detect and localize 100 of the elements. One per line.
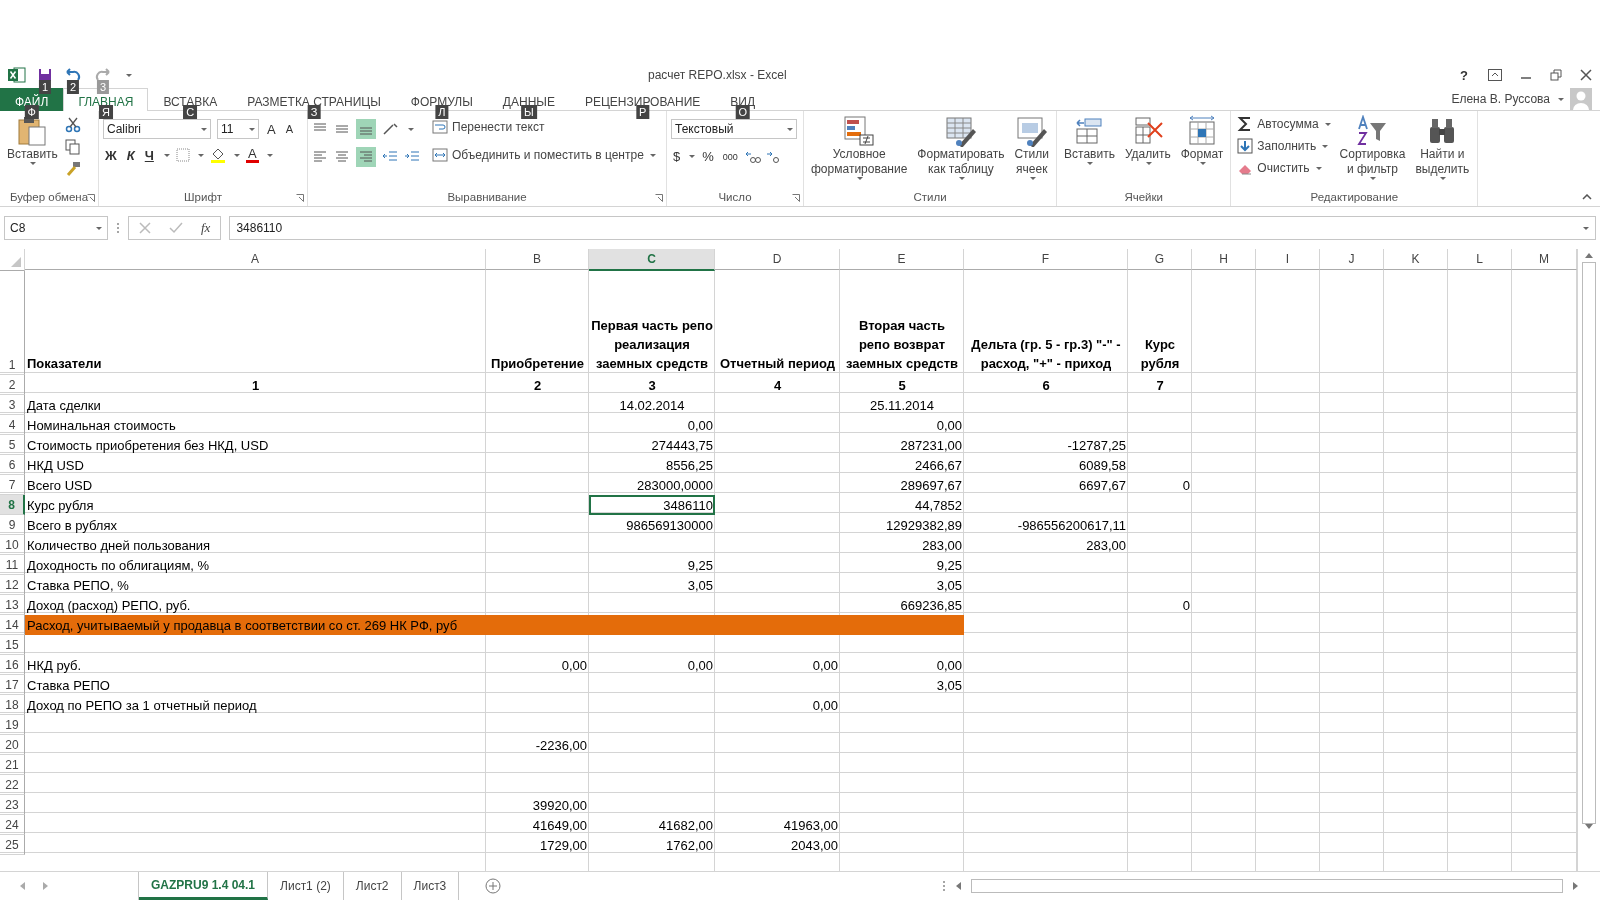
row-header[interactable]: 21 [0,755,25,775]
align-left-icon[interactable] [312,149,328,165]
sheet-tab[interactable]: Лист1 (2) [268,872,344,900]
ribbon-button[interactable]: Стили ячеек [1011,113,1052,182]
column-header[interactable]: C [589,249,715,271]
dialog-launcher-icon[interactable] [655,194,663,202]
ribbon-button[interactable]: Сортировка и фильтр [1336,113,1409,182]
formula-field[interactable]: 3486110 [229,216,1596,240]
ribbon-button[interactable]: Формат [1177,113,1227,167]
row-header[interactable]: 19 [0,715,25,735]
increase-decimal-icon[interactable] [744,149,761,164]
paintbrush-icon[interactable] [64,161,81,177]
align-bottom-icon[interactable] [356,119,376,139]
dialog-launcher-icon[interactable] [87,194,95,202]
next-sheet-icon[interactable] [43,882,48,890]
align-right-icon[interactable] [356,147,376,167]
dialog-launcher-icon[interactable] [296,194,304,202]
sheet-tab[interactable]: GAZPRU9 1.4 04.1 [139,872,269,900]
group-label: Число [718,190,752,205]
decrease-decimal-icon[interactable] [765,149,782,164]
name-box[interactable]: C8 [4,216,108,240]
cut-icon[interactable] [64,117,81,133]
restore-icon[interactable] [1550,69,1562,81]
more-icon[interactable] [116,222,120,234]
align-center-icon[interactable] [334,149,350,165]
help-button[interactable]: ? [1458,67,1470,83]
row-header[interactable]: 5 [0,435,25,455]
row-header[interactable]: 12 [0,575,25,595]
ribbon-display-icon[interactable] [1488,69,1502,81]
save-icon[interactable] [38,68,52,82]
row-header[interactable]: 22 [0,775,25,795]
close-icon[interactable] [1580,69,1592,81]
row-header[interactable]: 8 [0,495,25,515]
ribbon-button[interactable]: Вставить [1061,113,1118,167]
scroll-left-icon[interactable] [956,882,961,890]
previous-sheet-icon[interactable] [20,882,25,890]
percent-button[interactable]: % [700,149,716,164]
ribbon-button[interactable]: Очистить [1235,159,1333,177]
bold-button[interactable]: Ж [103,147,119,163]
user-name[interactable]: Елена В. Руссова [1451,92,1550,106]
ribbon-button[interactable]: Заполнить [1235,137,1333,155]
number-format-field[interactable]: Текстовый [671,119,797,139]
customize-caret-icon[interactable] [126,73,132,77]
font-family-field[interactable]: Calibri [103,119,211,139]
horizontal-scrollbar[interactable] [971,879,1563,893]
row-header[interactable]: 23 [0,795,25,815]
row-header[interactable]: 4 [0,415,25,435]
font-color-button[interactable]: A [245,147,259,163]
excel-logo-icon[interactable] [8,67,26,83]
wrap-text-button[interactable]: Перенести текст [430,119,658,135]
sheet-tab[interactable]: Лист2 [343,872,402,900]
currency-button[interactable]: $ [671,149,683,164]
insert-function-button[interactable]: fx [201,220,211,236]
scroll-up-icon[interactable] [1585,253,1593,258]
row-header[interactable]: 6 [0,455,25,475]
thousands-button[interactable]: 000 [720,151,740,162]
sheet-tab[interactable]: Лист3 [401,872,460,900]
checkmark-icon[interactable] [169,222,183,234]
merge-center-button[interactable]: Объединить и поместить в центре [430,147,658,163]
table-cell-text: 7 [1155,377,1165,395]
row-header[interactable]: 15 [0,635,25,655]
redo-icon[interactable] [94,68,112,82]
collapse-ribbon-icon[interactable] [1582,194,1592,200]
copy-icon[interactable] [64,139,81,155]
underline-button[interactable]: Ч [142,147,156,163]
grow-font-button[interactable]: A [265,121,278,137]
row-header[interactable]: 17 [0,675,25,695]
ribbon-button[interactable]: Найти и выделить [1412,113,1473,182]
shrink-font-button[interactable]: A [283,123,295,135]
row-header[interactable]: 10 [0,535,25,555]
more-icon[interactable] [942,880,946,892]
row-header[interactable]: 13 [0,595,25,615]
italic-button[interactable]: К [124,147,137,163]
text-orientation-icon[interactable] [382,121,400,137]
row-header[interactable]: 11 [0,555,25,575]
table-cell-text: 283,00 [1085,537,1127,555]
row-header[interactable]: 24 [0,815,25,835]
row-header[interactable]: 1 [0,271,25,375]
scroll-right-icon[interactable] [1573,882,1578,890]
ribbon-button[interactable]: Форматировать как таблицу [914,113,1008,182]
add-sheet-icon[interactable] [485,878,502,894]
row-header[interactable]: 25 [0,835,25,855]
row-header[interactable]: 18 [0,695,25,715]
row-header[interactable]: 3 [0,395,25,415]
font-size-field[interactable]: 11 [217,119,259,139]
row-header[interactable]: 20 [0,735,25,755]
ribbon-button[interactable]: Условное форматирование [808,113,911,182]
row-header[interactable]: 2 [0,375,25,395]
dialog-launcher-icon[interactable] [792,194,800,202]
caret-icon [1087,162,1094,165]
scrollbar-thumb[interactable] [1582,262,1596,824]
row-header[interactable]: 16 [0,655,25,675]
table-cell-text: 3,05 [935,577,963,595]
row-header[interactable]: 9 [0,515,25,535]
undo-icon[interactable] [64,68,82,82]
table-cell-text: 1 [250,377,261,395]
table-cell-text: 1729,00 [539,837,588,855]
ribbon-button[interactable]: Автосумма [1235,115,1333,133]
fill-color-icon[interactable] [209,147,226,163]
ribbon-button[interactable]: Удалить [1121,113,1174,167]
